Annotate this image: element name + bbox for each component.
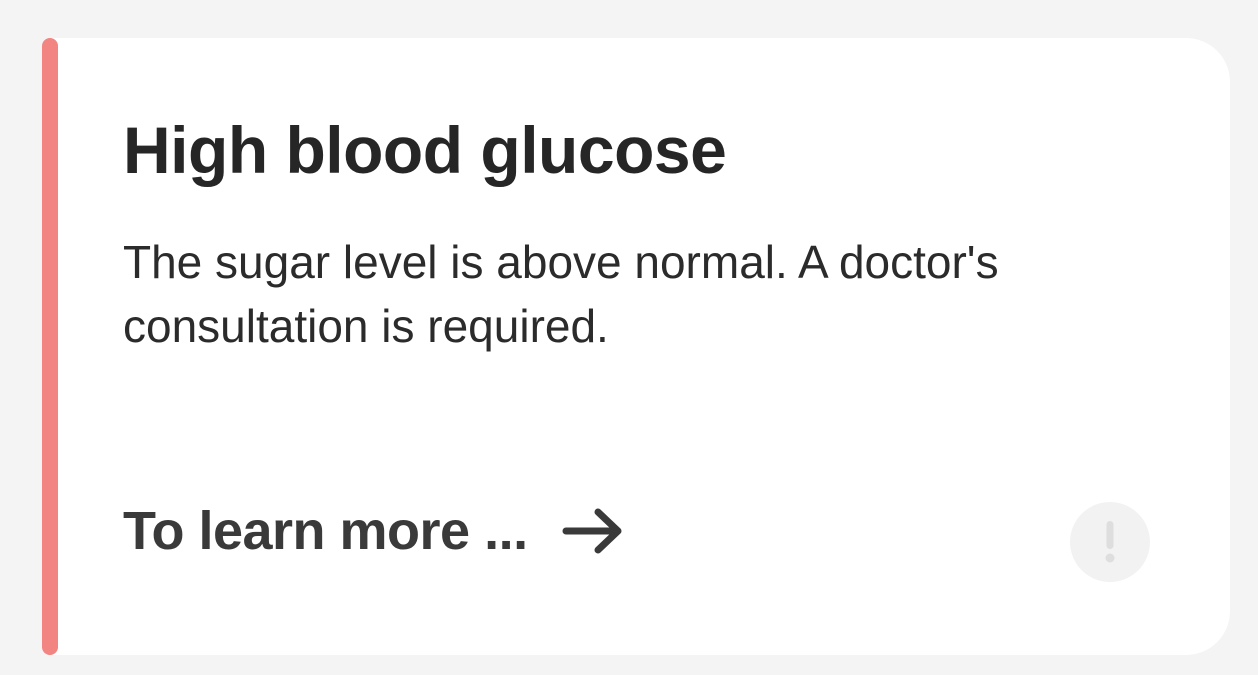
exclamation-icon: [1105, 521, 1115, 563]
card-title: High blood glucose: [123, 113, 727, 187]
severity-accent-bar: [42, 38, 58, 655]
learn-more-label: To learn more ...: [123, 501, 528, 561]
glucose-alert-card: High blood glucose The sugar level is ab…: [42, 38, 1230, 655]
arrow-right-icon: [562, 508, 622, 554]
learn-more-link[interactable]: To learn more ...: [123, 500, 624, 562]
card-description: The sugar level is above normal. A docto…: [123, 236, 999, 352]
alert-status-badge: [1070, 502, 1150, 582]
